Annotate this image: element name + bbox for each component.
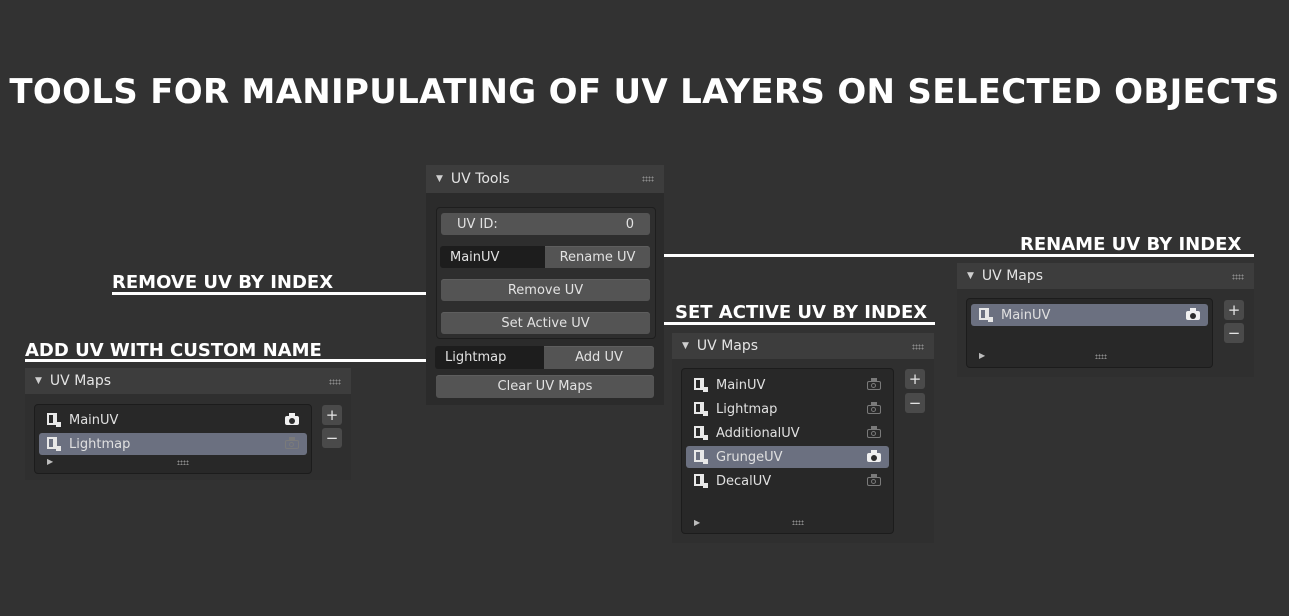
remove-uv-button[interactable]: Remove UV xyxy=(441,279,650,301)
collapse-triangle-icon: ▼ xyxy=(436,174,443,184)
uv-maps-left-header-label: UV Maps xyxy=(49,373,112,389)
drag-grip-icon[interactable] xyxy=(642,176,654,182)
resize-grip-icon[interactable] xyxy=(177,460,189,465)
callout-rename: RENAME UV BY INDEX xyxy=(1020,234,1242,255)
uv-map-name: MainUV xyxy=(1001,307,1051,323)
uv-maps-center-list: MainUV Lightmap AdditionalUV GrungeUV De… xyxy=(681,368,894,534)
list-item[interactable]: Lightmap xyxy=(39,433,307,455)
add-name-input[interactable]: Lightmap xyxy=(435,346,544,369)
list-item[interactable]: DecalUV xyxy=(686,470,889,492)
add-uv-map-button[interactable]: + xyxy=(322,405,342,425)
uv-tools-header-label: UV Tools xyxy=(450,171,510,187)
list-item[interactable]: AdditionalUV xyxy=(686,422,889,444)
uv-maps-panel-right: ▼ UV Maps MainUV ▶ + − xyxy=(957,263,1254,377)
camera-icon[interactable] xyxy=(867,402,881,414)
uv-map-name: MainUV xyxy=(69,412,119,428)
camera-icon[interactable] xyxy=(1186,308,1200,320)
uv-maps-left-header[interactable]: ▼ UV Maps xyxy=(25,368,351,394)
uv-tools-panel: ▼ UV Tools UV ID: 0 MainUV Rename UV Rem… xyxy=(426,165,664,405)
uv-maps-right-header-label: UV Maps xyxy=(981,268,1044,284)
expand-triangle-icon[interactable]: ▶ xyxy=(47,457,53,466)
uv-map-icon xyxy=(47,413,61,427)
uv-map-icon xyxy=(979,308,993,322)
list-item[interactable]: Lightmap xyxy=(686,398,889,420)
rename-name-input[interactable]: MainUV xyxy=(440,246,545,268)
collapse-triangle-icon: ▼ xyxy=(35,376,42,386)
uv-tools-header[interactable]: ▼ UV Tools xyxy=(426,165,664,193)
set-active-uv-button[interactable]: Set Active UV xyxy=(441,312,650,334)
add-uv-map-button[interactable]: + xyxy=(1224,300,1244,320)
page-title: TOOLS FOR MANIPULATING OF UV LAYERS ON S… xyxy=(9,72,1280,112)
remove-uv-map-button[interactable]: − xyxy=(905,393,925,413)
callout-remove: REMOVE UV BY INDEX xyxy=(112,272,334,293)
callout-rename-line xyxy=(652,254,1254,257)
uv-map-name: Lightmap xyxy=(69,436,131,452)
expand-triangle-icon[interactable]: ▶ xyxy=(979,351,985,360)
uv-maps-right-list: MainUV ▶ xyxy=(966,298,1213,368)
uv-map-icon xyxy=(694,378,708,392)
resize-grip-icon[interactable] xyxy=(792,520,804,525)
collapse-triangle-icon: ▼ xyxy=(967,271,974,281)
uv-map-name: Lightmap xyxy=(716,401,778,417)
uv-map-name: GrungeUV xyxy=(716,449,783,465)
uv-id-value: 0 xyxy=(625,216,634,232)
camera-icon[interactable] xyxy=(867,450,881,462)
uv-map-icon xyxy=(47,437,61,451)
uv-map-icon xyxy=(694,426,708,440)
drag-grip-icon[interactable] xyxy=(329,379,341,385)
drag-grip-icon[interactable] xyxy=(912,344,924,350)
uv-map-icon xyxy=(694,450,708,464)
uv-map-name: DecalUV xyxy=(716,473,772,489)
remove-uv-map-button[interactable]: − xyxy=(1224,323,1244,343)
add-uv-map-button[interactable]: + xyxy=(905,369,925,389)
camera-icon[interactable] xyxy=(867,474,881,486)
camera-icon[interactable] xyxy=(867,426,881,438)
callout-remove-line xyxy=(112,292,439,295)
uv-maps-center-header[interactable]: ▼ UV Maps xyxy=(672,333,934,359)
camera-icon[interactable] xyxy=(867,378,881,390)
uv-maps-left-list: MainUV Lightmap ▶ xyxy=(34,404,312,474)
expand-triangle-icon[interactable]: ▶ xyxy=(694,518,700,527)
add-uv-button[interactable]: Add UV xyxy=(544,346,654,369)
list-item[interactable]: MainUV xyxy=(686,374,889,396)
rename-uv-button[interactable]: Rename UV xyxy=(545,246,650,268)
callout-add-line xyxy=(25,359,435,362)
list-item[interactable]: GrungeUV xyxy=(686,446,889,468)
uv-maps-panel-center: ▼ UV Maps MainUV Lightmap AdditionalUV G… xyxy=(672,333,934,543)
camera-icon[interactable] xyxy=(285,437,299,449)
uv-maps-center-header-label: UV Maps xyxy=(696,338,759,354)
callout-set-active-line xyxy=(652,322,935,325)
uv-id-label: UV ID: xyxy=(457,216,498,232)
uv-map-name: MainUV xyxy=(716,377,766,393)
collapse-triangle-icon: ▼ xyxy=(682,341,689,351)
drag-grip-icon[interactable] xyxy=(1232,274,1244,280)
uv-maps-right-header[interactable]: ▼ UV Maps xyxy=(957,263,1254,289)
callout-add: ADD UV WITH CUSTOM NAME xyxy=(25,340,322,361)
uv-map-icon xyxy=(694,474,708,488)
uv-id-field[interactable]: UV ID: 0 xyxy=(441,213,650,235)
clear-uv-maps-button[interactable]: Clear UV Maps xyxy=(436,375,654,398)
uv-maps-panel-left: ▼ UV Maps MainUV Lightmap ▶ + − xyxy=(25,368,351,480)
remove-uv-map-button[interactable]: − xyxy=(322,428,342,448)
callout-set-active: SET ACTIVE UV BY INDEX xyxy=(675,302,928,323)
uv-map-icon xyxy=(694,402,708,416)
camera-icon[interactable] xyxy=(285,413,299,425)
list-item[interactable]: MainUV xyxy=(39,409,307,431)
list-item[interactable]: MainUV xyxy=(971,304,1208,326)
resize-grip-icon[interactable] xyxy=(1095,354,1107,359)
uv-map-name: AdditionalUV xyxy=(716,425,800,441)
